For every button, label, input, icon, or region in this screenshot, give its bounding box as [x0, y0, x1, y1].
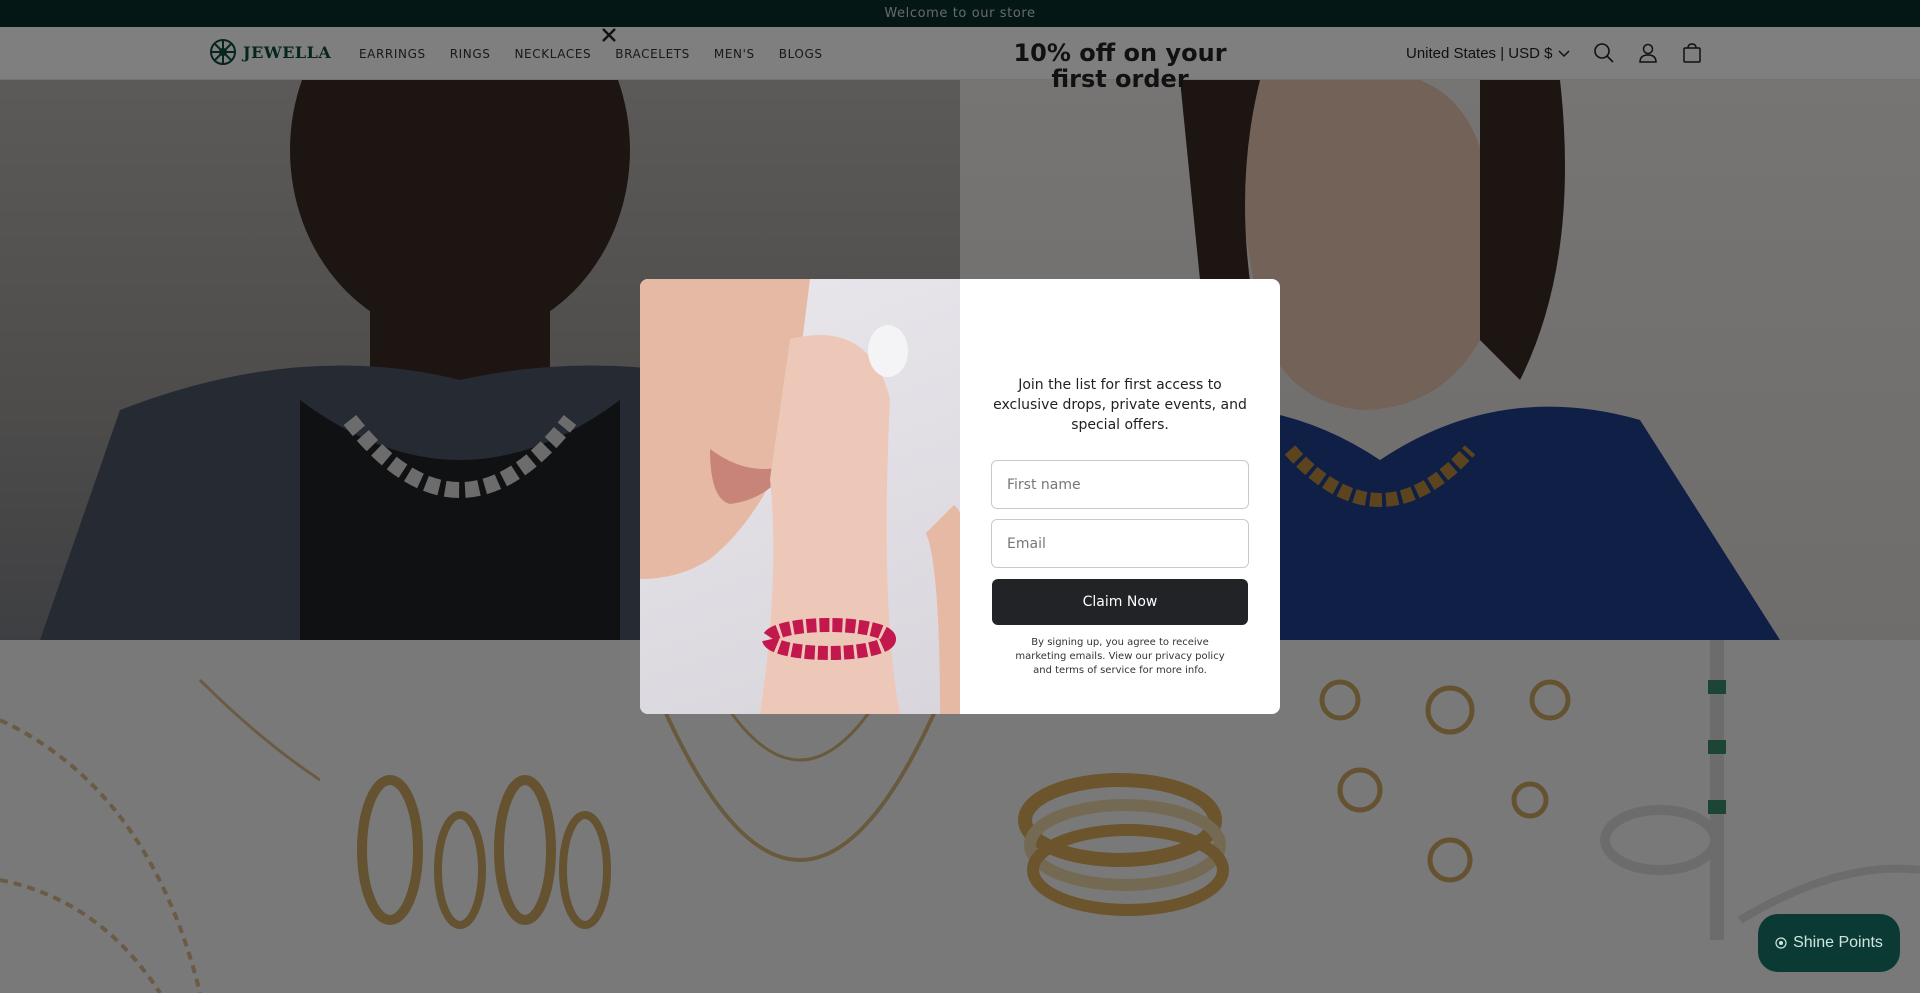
signup-terms: By signing up, you agree to receive mark…: [1015, 637, 1225, 676]
first-name-input[interactable]: [991, 460, 1249, 509]
modal-image: [640, 279, 960, 714]
modal-subtitle: Join the list for first access to exclus…: [993, 377, 1247, 433]
email-input[interactable]: [991, 519, 1249, 568]
shine-points-label: Shine Points: [1793, 934, 1883, 951]
shine-points-button[interactable]: Shine Points: [1758, 914, 1900, 972]
modal-title: 10% off on your first order: [1013, 39, 1227, 93]
claim-now-button[interactable]: Claim Now: [992, 579, 1248, 625]
close-icon[interactable]: [596, 22, 622, 48]
rewards-icon: [1775, 937, 1787, 949]
